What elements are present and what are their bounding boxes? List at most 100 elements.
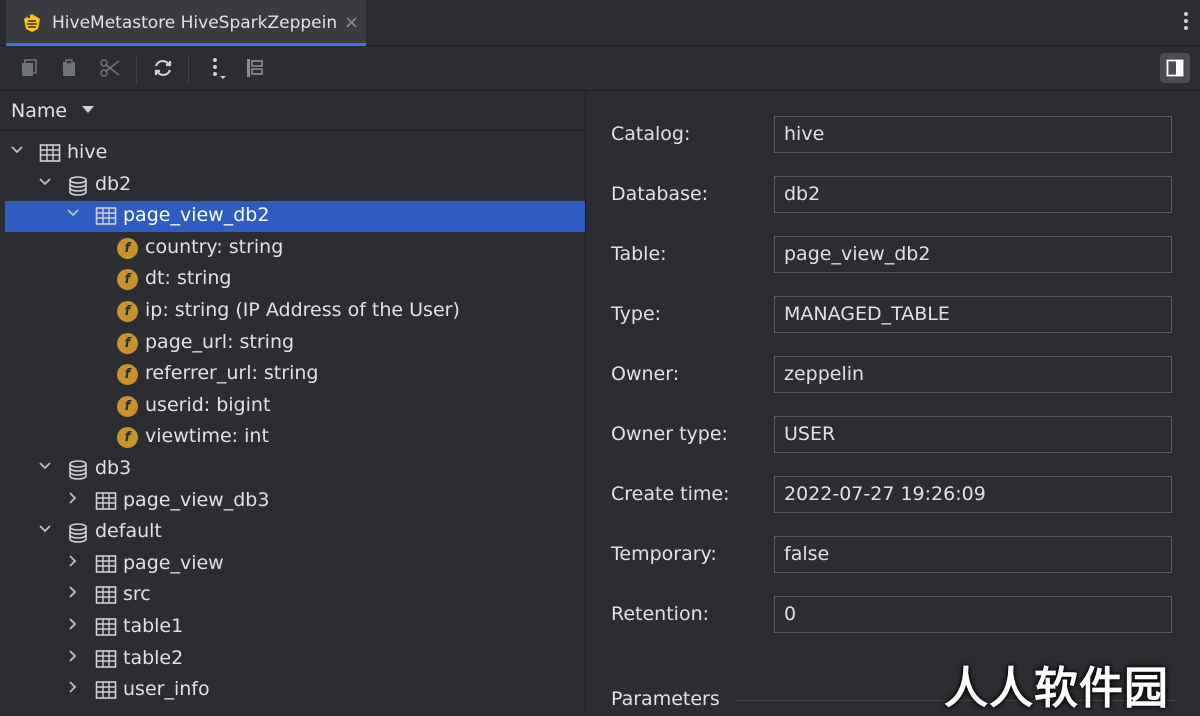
tree-item-table[interactable]: page_view_db2 xyxy=(5,201,585,233)
tree-item-column[interactable]: f userid: bigint xyxy=(5,391,585,422)
tree-item-label: ip: string (IP Address of the User) xyxy=(145,299,460,321)
property-value-field[interactable]: 0 xyxy=(774,596,1172,633)
tree-item-database[interactable]: default xyxy=(5,517,585,548)
table-icon xyxy=(95,617,117,637)
tab-hivemetastore[interactable]: HiveMetastore HiveSparkZeppein × xyxy=(6,0,366,46)
tree-item-column[interactable]: f country: string xyxy=(5,233,585,264)
tree-item-label: hive xyxy=(67,141,108,163)
tab-title: HiveMetastore HiveSparkZeppein xyxy=(52,13,338,33)
database-icon xyxy=(67,175,87,196)
toolbar-separator xyxy=(136,55,137,83)
property-value-field[interactable]: page_view_db2 xyxy=(774,236,1172,273)
tab-bar: HiveMetastore HiveSparkZeppein × xyxy=(0,0,1200,46)
chevron-right-icon[interactable] xyxy=(65,617,81,635)
tree-item-table[interactable]: user_info xyxy=(5,675,585,706)
tree-item-table[interactable]: table2 xyxy=(5,644,585,675)
tree-item-column[interactable]: f page_url: string xyxy=(5,328,585,359)
tree-item-column[interactable]: f ip: string (IP Address of the User) xyxy=(5,296,585,327)
hive-bee-icon xyxy=(24,14,40,32)
tree-item-label: page_view xyxy=(123,551,224,574)
property-value-field[interactable]: 2022-07-27 19:26:09 xyxy=(774,476,1172,513)
property-label: Retention: xyxy=(611,603,710,625)
tree-item-database[interactable]: db2 xyxy=(5,170,585,201)
property-value-field[interactable]: db2 xyxy=(774,176,1172,213)
properties-pane: Catalog: hive Database: db2 Table: page_view_… xyxy=(587,91,1200,714)
column-field-icon: f xyxy=(117,364,138,386)
more-vertical-icon[interactable] xyxy=(204,55,230,81)
tab-close-icon[interactable]: × xyxy=(344,12,359,33)
chevron-down-icon[interactable] xyxy=(37,522,53,540)
chevron-right-icon[interactable] xyxy=(65,585,81,603)
table-icon xyxy=(95,206,117,226)
chevron-down-icon[interactable] xyxy=(9,143,25,161)
tree-item-label: db2 xyxy=(95,172,132,195)
tree-item-label: src xyxy=(123,583,151,606)
table-icon xyxy=(95,491,117,511)
tree-pane: Name hive db2 page_view_db2f country: strin… xyxy=(0,91,586,714)
tree-item-column[interactable]: f dt: string xyxy=(5,264,585,295)
column-field-icon: f xyxy=(117,332,138,354)
tree-item-label: country: string xyxy=(145,235,284,258)
database-icon xyxy=(67,459,87,480)
database-icon xyxy=(67,522,87,543)
toolbar-separator xyxy=(188,55,189,83)
watermark-text: 人人软件园 xyxy=(944,663,1169,714)
table-icon xyxy=(95,680,117,700)
chevron-down-icon[interactable] xyxy=(37,175,53,193)
property-label: Catalog: xyxy=(611,123,691,145)
toolbar xyxy=(0,46,1200,91)
property-value-field[interactable]: hive xyxy=(774,116,1172,153)
column-field-icon: f xyxy=(117,301,138,322)
tree-item-column[interactable]: f viewtime: int xyxy=(5,422,585,453)
chevron-right-icon[interactable] xyxy=(65,554,81,572)
column-field-icon: f xyxy=(117,237,138,259)
column-header-name: Name xyxy=(11,100,68,122)
property-label: Database: xyxy=(611,183,709,205)
tree-item-database[interactable]: db3 xyxy=(5,454,585,485)
property-value-field[interactable]: USER xyxy=(774,416,1172,453)
tree-header[interactable]: Name xyxy=(0,91,585,131)
chevron-right-icon[interactable] xyxy=(65,649,81,667)
column-field-icon: f xyxy=(117,269,138,291)
table-icon xyxy=(95,649,117,669)
property-label: Owner type: xyxy=(611,423,728,445)
property-value-field[interactable]: zeppelin xyxy=(774,356,1172,393)
tree-item-label: table1 xyxy=(123,615,184,637)
paste-icon[interactable] xyxy=(56,55,82,81)
copy-icon[interactable] xyxy=(16,55,42,81)
tree-item-label: dt: string xyxy=(145,267,232,290)
property-label: Temporary: xyxy=(611,543,717,565)
sort-dropdown-icon[interactable] xyxy=(82,106,94,113)
tree-item-table[interactable]: table1 xyxy=(5,612,585,643)
tree-item-label: page_url: string xyxy=(145,330,295,353)
property-label: Type: xyxy=(611,303,662,325)
parameters-section-label: Parameters xyxy=(611,688,720,710)
refresh-icon[interactable] xyxy=(150,55,176,81)
catalog-icon xyxy=(39,143,61,163)
column-field-icon: f xyxy=(117,427,138,449)
tree-item-table[interactable]: page_view xyxy=(5,549,585,580)
property-label: Table: xyxy=(611,243,667,265)
hierarchy-icon[interactable] xyxy=(242,55,268,81)
chevron-down-icon[interactable] xyxy=(37,459,53,477)
chevron-right-icon[interactable] xyxy=(65,491,81,509)
table-icon xyxy=(95,554,117,574)
tree-item-label: user_info xyxy=(123,678,210,701)
tree-item-label: referrer_url: string xyxy=(145,362,319,385)
property-value-field[interactable]: false xyxy=(774,536,1172,573)
table-icon xyxy=(95,585,117,605)
tree-item-catalog[interactable]: hive xyxy=(5,138,585,169)
property-value-field[interactable]: MANAGED_TABLE xyxy=(774,296,1172,333)
tree-item-table[interactable]: src xyxy=(5,580,585,611)
more-options-icon[interactable] xyxy=(1182,12,1190,34)
tree-item-label: userid: bigint xyxy=(145,393,271,416)
tree-item-table[interactable]: page_view_db3 xyxy=(5,486,585,517)
property-label: Create time: xyxy=(611,483,730,505)
chevron-right-icon[interactable] xyxy=(65,680,81,698)
cut-icon[interactable] xyxy=(97,55,123,81)
panel-toggle-icon[interactable] xyxy=(1160,53,1190,83)
tree-item-column[interactable]: f referrer_url: string xyxy=(5,359,585,390)
property-label: Owner: xyxy=(611,363,680,385)
chevron-down-icon[interactable] xyxy=(65,206,81,224)
tree-item-label: page_view_db3 xyxy=(123,488,270,511)
